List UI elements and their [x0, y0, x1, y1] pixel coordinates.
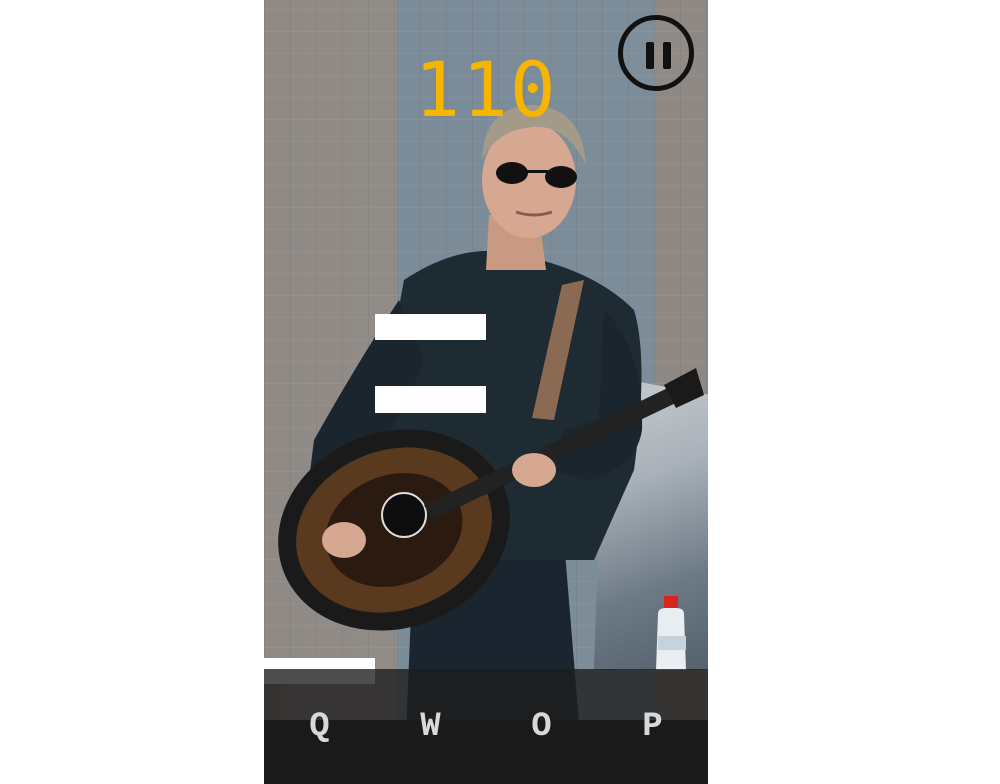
key-p[interactable]: P — [597, 707, 708, 747]
water-bottle — [656, 596, 686, 670]
pause-button[interactable] — [618, 15, 694, 91]
key-w[interactable]: W — [375, 707, 486, 747]
pause-icon-bar — [663, 42, 671, 69]
note-tile[interactable] — [375, 314, 486, 340]
key-o[interactable]: O — [486, 707, 597, 747]
pause-icon — [646, 42, 654, 69]
key-bar: Q W O P — [264, 669, 708, 784]
note-tile[interactable] — [375, 386, 486, 413]
game-screen: 110 Q W O P — [264, 0, 708, 784]
key-q[interactable]: Q — [264, 707, 375, 747]
